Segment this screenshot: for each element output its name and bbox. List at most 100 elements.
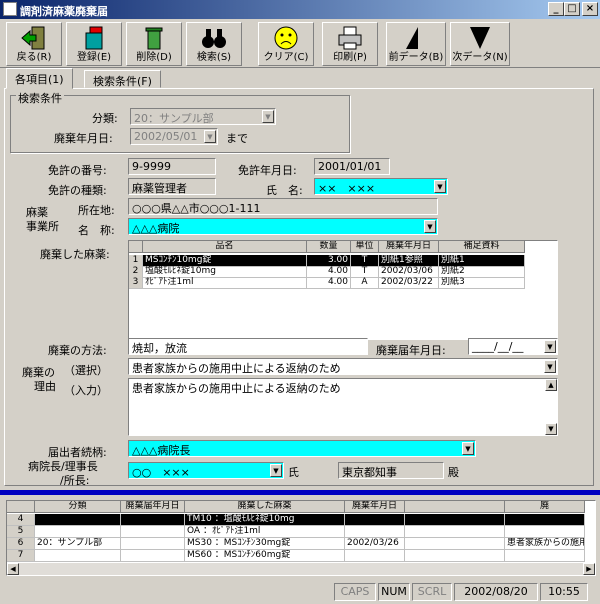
- address-field: ○○○県△△市○○○1-111: [128, 198, 438, 215]
- chevron-down-icon[interactable]: ▼: [204, 130, 216, 143]
- table-cell[interactable]: [405, 514, 505, 526]
- column-header[interactable]: 廃棄した麻薬: [185, 501, 345, 513]
- chevron-down-icon[interactable]: ▼: [544, 340, 556, 353]
- tab-search-conditions[interactable]: 検索条件(F): [84, 70, 161, 88]
- license-type-label: 免許の種類:: [48, 184, 107, 197]
- table-cell[interactable]: MS30 ：MSｺﾝﾁﾝ30mg錠: [185, 538, 345, 550]
- search-button[interactable]: 検索(S): [186, 22, 242, 66]
- director-select[interactable]: ○○ ××× ▼: [128, 462, 284, 479]
- disposal-date-select[interactable]: 2002/05/01 ▼: [130, 128, 218, 145]
- table-cell[interactable]: 3: [129, 277, 143, 289]
- table-cell[interactable]: 4.00: [307, 277, 351, 289]
- table-cell[interactable]: OA ：ｵﾋﾟｱﾄ注1ml: [185, 526, 345, 538]
- print-button[interactable]: 印刷(P): [322, 22, 378, 66]
- table-cell[interactable]: [35, 514, 121, 526]
- chevron-down-icon[interactable]: ▼: [262, 110, 274, 123]
- report-date-field[interactable]: ____/__/__ ▼: [468, 338, 558, 355]
- table-cell[interactable]: [345, 526, 405, 538]
- horizontal-scrollbar[interactable]: [7, 563, 595, 575]
- register-label: 登録(E): [76, 52, 112, 63]
- column-header[interactable]: 品名: [143, 241, 307, 253]
- table-cell[interactable]: 6: [7, 538, 35, 550]
- delete-label: 削除(D): [136, 52, 172, 63]
- records-table[interactable]: 分類 廃棄届年月日 廃棄した麻薬 廃棄年月日 廃 4 TM10 ：塩酸ﾓﾙﾋﾈ錠10mg 5 O…: [6, 500, 596, 576]
- maximize-button[interactable]: □: [564, 2, 580, 16]
- num-indicator: NUM: [378, 583, 410, 601]
- table-cell[interactable]: 20：サンプル部: [35, 538, 121, 550]
- table-cell[interactable]: [405, 526, 505, 538]
- scrl-indicator: SCRL: [412, 583, 452, 601]
- search-group-title: 検索条件: [16, 90, 64, 106]
- column-header[interactable]: [405, 501, 505, 513]
- chevron-down-icon[interactable]: ▼: [544, 360, 556, 373]
- table-cell[interactable]: [35, 550, 121, 562]
- license-date-label: 免許年月日:: [238, 164, 297, 177]
- reason-label-2: 理由: [34, 380, 56, 393]
- address-label: 所在地:: [78, 204, 115, 217]
- table-cell[interactable]: 患者家族からの施用: [505, 538, 585, 550]
- column-header[interactable]: 単位: [351, 241, 379, 253]
- table-cell[interactable]: [505, 514, 585, 526]
- register-button[interactable]: 登録(E): [66, 22, 122, 66]
- next-data-label: 次データ(N): [452, 52, 508, 63]
- table-cell[interactable]: [121, 550, 185, 562]
- column-header[interactable]: 補足資料: [439, 241, 525, 253]
- submitter-select[interactable]: △△△病院長 ▼: [128, 440, 476, 457]
- scroll-right-icon[interactable]: ▶: [583, 563, 595, 575]
- table-cell[interactable]: [405, 538, 505, 550]
- table-cell[interactable]: [505, 550, 585, 562]
- table-cell[interactable]: [121, 538, 185, 550]
- chevron-down-icon[interactable]: ▼: [270, 464, 282, 477]
- column-header[interactable]: [7, 501, 35, 513]
- table-cell[interactable]: 別紙3: [439, 277, 525, 289]
- close-button[interactable]: ×: [582, 2, 598, 16]
- print-label: 印刷(P): [333, 52, 367, 63]
- table-cell[interactable]: 2002/03/26: [345, 538, 405, 550]
- method-field[interactable]: 焼却，放流: [128, 338, 368, 355]
- table-cell[interactable]: A: [351, 277, 379, 289]
- chevron-down-icon[interactable]: ▼: [434, 180, 446, 193]
- table-cell[interactable]: ｵﾋﾟｱﾄ注1ml: [143, 277, 307, 289]
- next-data-button[interactable]: 次データ(N): [450, 22, 510, 66]
- table-cell[interactable]: 2002/03/22: [379, 277, 439, 289]
- table-cell[interactable]: TM10 ：塩酸ﾓﾙﾋﾈ錠10mg: [185, 514, 345, 526]
- scroll-up-icon[interactable]: ▲: [545, 379, 557, 391]
- category-select[interactable]: 20：サンプル部 ▼: [130, 108, 276, 125]
- scroll-down-icon[interactable]: ▼: [545, 423, 557, 435]
- reason-select[interactable]: 患者家族からの施用中止による返納のため ▼: [128, 358, 558, 375]
- table-cell[interactable]: 7: [7, 550, 35, 562]
- table-cell[interactable]: [35, 526, 121, 538]
- tab-items[interactable]: 各項目(1): [6, 68, 73, 89]
- column-header[interactable]: 廃: [505, 501, 585, 513]
- column-header[interactable]: 廃棄年月日: [379, 241, 439, 253]
- den-label: 殿: [448, 466, 459, 479]
- table-cell[interactable]: [345, 514, 405, 526]
- table-cell[interactable]: 5: [7, 526, 35, 538]
- column-header[interactable]: [129, 241, 143, 253]
- column-header[interactable]: 廃棄年月日: [345, 501, 405, 513]
- disposed-drugs-table[interactable]: 品名 数量 単位 廃棄年月日 補足資料 1 MSｺﾝﾁﾝ10mg錠 3.00 T 別紙1参照 別紙1…: [128, 240, 558, 340]
- table-cell[interactable]: [121, 514, 185, 526]
- table-cell[interactable]: [505, 526, 585, 538]
- scroll-left-icon[interactable]: ◀: [7, 563, 19, 575]
- column-header[interactable]: 分類: [35, 501, 121, 513]
- table-cell[interactable]: [121, 526, 185, 538]
- table-cell[interactable]: 4: [7, 514, 35, 526]
- office-name-select[interactable]: △△△病院 ▼: [128, 218, 438, 235]
- license-date-field: 2001/01/01: [314, 158, 390, 175]
- table-cell[interactable]: [345, 550, 405, 562]
- minimize-button[interactable]: _: [548, 2, 564, 16]
- clear-button[interactable]: クリア(C): [258, 22, 314, 66]
- table-cell[interactable]: MS60 ：MSｺﾝﾁﾝ60mg錠: [185, 550, 345, 562]
- chevron-down-icon[interactable]: ▼: [462, 442, 474, 455]
- back-button[interactable]: 戻る(R): [6, 22, 62, 66]
- column-header[interactable]: 廃棄届年月日: [121, 501, 185, 513]
- delete-button[interactable]: 削除(D): [126, 22, 182, 66]
- column-header[interactable]: 数量: [307, 241, 351, 253]
- name-select[interactable]: ×× ××× ▼: [314, 178, 448, 195]
- chevron-down-icon[interactable]: ▼: [424, 220, 436, 233]
- prev-data-button[interactable]: 前データ(B): [386, 22, 446, 66]
- table-cell[interactable]: [405, 550, 505, 562]
- reason-input[interactable]: 患者家族からの施用中止による返納のため ▲ ▼: [128, 378, 558, 436]
- until-label: まで: [226, 132, 248, 145]
